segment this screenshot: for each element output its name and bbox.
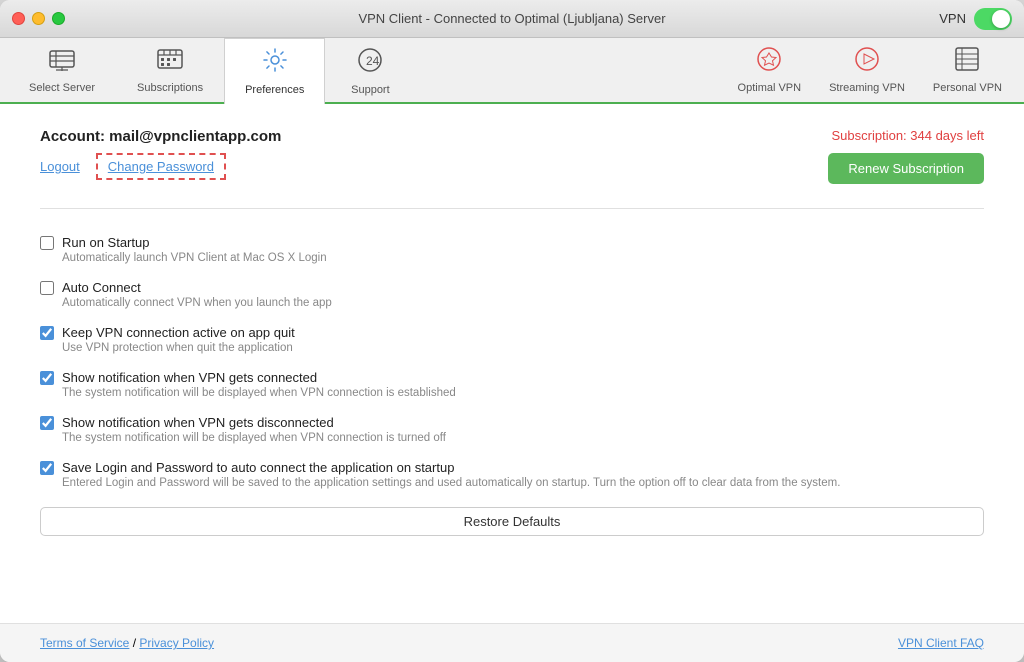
setting-item: Keep VPN connection active on app quit Us… xyxy=(40,315,984,360)
subscriptions-label: Subscriptions xyxy=(137,82,203,94)
setting-description-show-notification-connected: The system notification will be displaye… xyxy=(62,387,984,399)
account-right: Subscription: 344 days left Renew Subscr… xyxy=(828,128,984,184)
account-actions: Logout Change Password xyxy=(40,153,281,180)
tab-preferences[interactable]: Preferences xyxy=(224,38,325,104)
setting-item: Run on Startup Automatically launch VPN C… xyxy=(40,225,984,270)
preferences-label: Preferences xyxy=(245,84,304,96)
subscriptions-icon xyxy=(157,49,183,78)
vpn-toggle-knob xyxy=(992,10,1010,28)
vpn-label: VPN xyxy=(939,11,966,26)
tab-support[interactable]: 24 Support xyxy=(325,38,415,104)
window-title: VPN Client - Connected to Optimal (Ljubl… xyxy=(358,11,665,26)
traffic-lights xyxy=(12,12,65,25)
checkbox-auto-connect[interactable] xyxy=(40,281,54,295)
setting-label-save-login-password: Save Login and Password to auto connect … xyxy=(62,460,454,475)
checkbox-save-login-password[interactable] xyxy=(40,461,54,475)
setting-item: Save Login and Password to auto connect … xyxy=(40,450,984,495)
preferences-icon xyxy=(262,47,288,80)
select-server-label: Select Server xyxy=(29,82,95,94)
account-divider xyxy=(40,208,984,209)
support-icon: 24 xyxy=(357,47,383,80)
setting-label-run-on-startup: Run on Startup xyxy=(62,235,149,250)
checkbox-show-notification-connected[interactable] xyxy=(40,371,54,385)
support-label: Support xyxy=(351,84,390,96)
setting-description-keep-vpn-active: Use VPN protection when quit the applica… xyxy=(62,342,984,354)
settings-list: Run on Startup Automatically launch VPN C… xyxy=(40,225,984,495)
setting-label-show-notification-disconnected: Show notification when VPN gets disconne… xyxy=(62,415,334,430)
privacy-policy-link[interactable]: Privacy Policy xyxy=(139,636,214,650)
setting-description-show-notification-disconnected: The system notification will be displaye… xyxy=(62,432,984,444)
svg-text:24: 24 xyxy=(366,54,380,68)
restore-defaults-button[interactable]: Restore Defaults xyxy=(40,507,984,536)
streaming-vpn-icon xyxy=(854,46,880,78)
select-server-icon xyxy=(48,49,76,78)
setting-item: Show notification when VPN gets disconne… xyxy=(40,405,984,450)
tab-select-server[interactable]: Select Server xyxy=(8,38,116,104)
terms-of-service-link[interactable]: Terms of Service xyxy=(40,636,129,650)
checkbox-run-on-startup[interactable] xyxy=(40,236,54,250)
faq-link[interactable]: VPN Client FAQ xyxy=(898,636,984,650)
setting-description-auto-connect: Automatically connect VPN when you launc… xyxy=(62,297,984,309)
personal-vpn-icon xyxy=(954,46,980,78)
vpn-toggle[interactable] xyxy=(974,8,1012,30)
vpn-status: VPN xyxy=(939,8,1012,30)
setting-description-run-on-startup: Automatically launch VPN Client at Mac O… xyxy=(62,252,984,264)
setting-label-show-notification-connected: Show notification when VPN gets connecte… xyxy=(62,370,317,385)
minimize-button[interactable] xyxy=(32,12,45,25)
checkbox-show-notification-disconnected[interactable] xyxy=(40,416,54,430)
close-button[interactable] xyxy=(12,12,25,25)
logout-link[interactable]: Logout xyxy=(40,159,80,174)
app-window: VPN Client - Connected to Optimal (Ljubl… xyxy=(0,0,1024,662)
footer-links: Terms of Service / Privacy Policy xyxy=(40,636,214,650)
account-left: Account: mail@vpnclientapp.com Logout Ch… xyxy=(40,128,281,180)
streaming-vpn-label: Streaming VPN xyxy=(829,82,905,94)
tab-streaming-vpn[interactable]: Streaming VPN xyxy=(815,38,919,102)
titlebar: VPN Client - Connected to Optimal (Ljubl… xyxy=(0,0,1024,38)
tab-subscriptions[interactable]: Subscriptions xyxy=(116,38,224,104)
optimal-vpn-icon xyxy=(756,46,782,78)
setting-description-save-login-password: Entered Login and Password will be saved… xyxy=(62,477,984,489)
maximize-button[interactable] xyxy=(52,12,65,25)
nav-bar: Select Server Subscriptions xyxy=(0,38,1024,104)
optimal-vpn-label: Optimal VPN xyxy=(738,82,802,94)
change-password-link[interactable]: Change Password xyxy=(96,153,226,180)
renew-subscription-button[interactable]: Renew Subscription xyxy=(828,153,984,184)
content-area: Account: mail@vpnclientapp.com Logout Ch… xyxy=(0,104,1024,623)
checkbox-keep-vpn-active[interactable] xyxy=(40,326,54,340)
tab-personal-vpn[interactable]: Personal VPN xyxy=(919,38,1016,102)
setting-item: Auto Connect Automatically connect VPN wh… xyxy=(40,270,984,315)
setting-item: Show notification when VPN gets connecte… xyxy=(40,360,984,405)
personal-vpn-label: Personal VPN xyxy=(933,82,1002,94)
tab-optimal-vpn[interactable]: Optimal VPN xyxy=(724,38,816,102)
footer: Terms of Service / Privacy Policy VPN Cl… xyxy=(0,623,1024,662)
account-title: Account: mail@vpnclientapp.com xyxy=(40,128,281,145)
account-section: Account: mail@vpnclientapp.com Logout Ch… xyxy=(40,128,984,184)
setting-label-keep-vpn-active: Keep VPN connection active on app quit xyxy=(62,325,295,340)
subscription-status: Subscription: 344 days left xyxy=(832,128,984,143)
setting-label-auto-connect: Auto Connect xyxy=(62,280,141,295)
